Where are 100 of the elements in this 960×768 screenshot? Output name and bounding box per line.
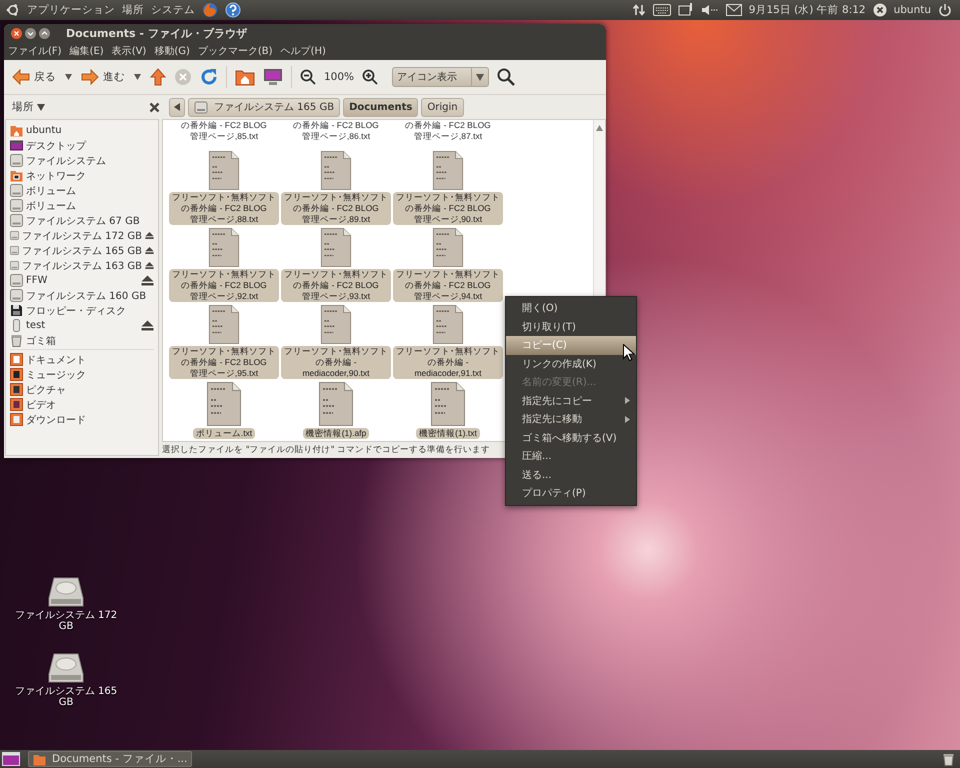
sidebar-item[interactable]: ミュージック [26,368,154,382]
sidebar-item[interactable]: ファイルシステム 160 GB [26,288,154,302]
file-name[interactable]: 機密情報(1).txt [416,428,480,439]
context-menu-item[interactable]: 圧縮... [506,447,636,466]
menu-item[interactable]: ファイル(F) [8,44,62,58]
menu-item[interactable]: ブックマーク(B) [198,44,273,58]
caret-icon[interactable] [64,73,73,81]
power-icon[interactable] [938,3,952,17]
menu-item[interactable]: 移動(G) [154,44,190,58]
file-name[interactable]: フリーソフト･無料ソフト の番外編 - FC2 BLOG 管理ページ,92.txt [169,269,279,302]
path-left-button[interactable] [169,98,185,116]
sidebar-item[interactable]: ゴミ箱 [26,334,154,348]
sidebar-item[interactable]: ファイルシステム 163 GB [22,258,142,272]
caret-icon[interactable] [476,74,484,80]
menu-item[interactable]: 編集(E) [70,44,104,58]
sidebar-item[interactable]: ボリューム [26,184,154,198]
text-file-thumbnail-icon[interactable] [207,382,241,426]
sidebar-item[interactable]: ドキュメント [26,352,154,366]
trash-icon[interactable] [943,752,954,766]
help-icon[interactable] [225,2,241,18]
file-name[interactable]: フリーソフト･無料ソフト の番外編 - mediacoder,90.txt [281,346,391,379]
text-file-thumbnail-icon[interactable] [431,382,465,426]
file-name[interactable]: フリーソフト･無料ソフト の番外編 - FC2 BLOG 管理ページ,95.txt [169,346,279,379]
file-name[interactable]: フリーソフト･無料ソフト の番外編 - FC2 BLOG 管理ページ,90.txt [393,192,503,225]
mail-icon[interactable] [726,4,742,16]
sidebar-item[interactable]: FFW [26,275,138,286]
file-name[interactable]: の番外編 - FC2 BLOG 管理ページ,87.txt [402,120,494,142]
clock[interactable]: 9月15日 (水) 午前 8:12 [748,3,866,17]
path-button[interactable]: ファイルシステム 165 GB [188,98,340,116]
text-file-thumbnail-icon[interactable] [207,228,241,267]
text-file-thumbnail-icon[interactable] [207,305,241,344]
panel-menu[interactable]: 場所 [122,3,144,17]
scroll-up-arrow-icon[interactable] [596,125,603,131]
file-name[interactable]: の番外編 - FC2 BLOG 管理ページ,85.txt [178,120,270,142]
context-menu-item[interactable]: 開く(O) [506,299,636,318]
reload-icon[interactable] [200,68,218,86]
context-menu-item[interactable]: リンクの作成(K) [506,354,636,373]
keyboard-icon[interactable] [652,4,671,16]
context-menu-item[interactable]: 指定先に移動 [506,410,636,428]
sidebar-item[interactable]: ubuntu [26,125,154,136]
file-name[interactable]: フリーソフト･無料ソフト の番外編 - mediacoder,91.txt [393,346,503,379]
context-menu-item[interactable]: ゴミ箱へ移動する(V) [506,428,636,447]
show-desktop-icon[interactable] [2,752,20,766]
zoom-out-icon[interactable] [300,69,316,85]
file-name[interactable]: ボリューム.txt [192,428,256,439]
sidebar-item[interactable]: ネットワーク [26,168,154,182]
eject-icon[interactable] [141,320,154,331]
eject-icon[interactable] [145,245,154,256]
sidebar-item[interactable]: ファイルシステム [26,154,154,168]
hard-drive-icon[interactable] [48,576,84,608]
sidebar-item[interactable]: ファイルシステム 172 GB [22,228,142,242]
home-folder-icon[interactable] [235,68,255,86]
panel-menu[interactable]: システム [151,3,195,17]
window-controls-icon[interactable] [10,26,52,40]
caret-icon[interactable] [133,73,142,81]
text-file-thumbnail-icon[interactable] [207,151,241,190]
text-file-thumbnail-icon[interactable] [319,305,353,344]
sidebar-item[interactable]: ダウンロード [26,412,154,426]
eject-icon[interactable] [145,260,154,271]
text-file-thumbnail-icon[interactable] [319,382,353,426]
hard-drive-icon[interactable] [48,652,84,684]
up-arrow-icon[interactable] [150,68,166,86]
file-name[interactable]: フリーソフト･無料ソフト の番外編 - FC2 BLOG 管理ページ,93.txt [281,269,391,302]
network-arrows-icon[interactable] [632,3,646,17]
sidebar-item[interactable]: test [26,320,138,331]
sidebar-item[interactable]: ビデオ [26,398,154,412]
desktop-icon-label[interactable]: ファイルシステム 165 GB [14,686,118,708]
path-button[interactable]: Documents [343,98,418,116]
file-name[interactable]: フリーソフト･無料ソフト の番外編 - FC2 BLOG 管理ページ,94.txt [393,269,503,302]
sidebar-item[interactable]: フロッピー・ディスク [26,304,154,318]
path-button[interactable]: Origin [421,98,464,116]
file-name[interactable]: 機密情報(1).afp [302,428,370,439]
panel-menu[interactable]: アプリケーション [27,3,115,17]
forward-button[interactable]: 進む [81,69,125,85]
sidebar-item[interactable]: デスクトップ [26,138,154,152]
user-name[interactable]: ubuntu [894,4,931,16]
user-status-icon[interactable] [872,3,887,17]
caret-icon[interactable] [37,104,45,110]
search-icon[interactable] [497,68,516,86]
sidebar-item[interactable]: ファイルシステム 165 GB [22,244,142,258]
sidebar-item[interactable]: ボリューム [26,198,154,212]
context-menu-item[interactable]: 切り取り(T) [506,318,636,336]
menu-item[interactable]: ヘルプ(H) [280,44,326,58]
view-mode-dropdown[interactable]: アイコン表示 [392,67,490,87]
ubuntu-logo-icon[interactable] [6,3,20,17]
file-name[interactable]: フリーソフト･無料ソフト の番外編 - FC2 BLOG 管理ページ,89.txt [281,192,391,225]
back-button[interactable]: 戻る [12,69,56,85]
desktop-icon-label[interactable]: ファイルシステム 172 GB [14,610,118,632]
context-menu-item[interactable]: 送る... [506,466,636,484]
eject-icon[interactable] [145,230,154,241]
eject-icon[interactable] [141,275,154,286]
text-file-thumbnail-icon[interactable] [319,151,353,190]
close-icon[interactable] [149,102,160,112]
sidebar-item[interactable]: ピクチャ [26,382,154,396]
zoom-in-icon[interactable] [362,69,378,85]
sidebar-item[interactable]: ファイルシステム 67 GB [26,214,154,228]
text-file-thumbnail-icon[interactable] [431,305,465,344]
context-menu-item[interactable]: プロパティ(P) [506,484,636,502]
volume-icon[interactable] [700,4,719,16]
menu-item[interactable]: 表示(V) [112,44,146,58]
